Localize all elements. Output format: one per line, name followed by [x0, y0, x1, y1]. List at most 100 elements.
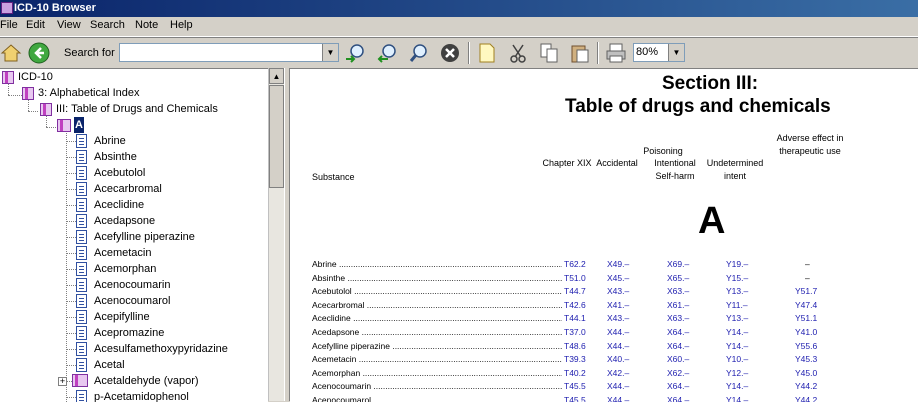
- cell-self[interactable]: X61.–: [667, 299, 689, 312]
- window-title: ICD-10 Browser: [14, 2, 96, 14]
- cell-acc[interactable]: X44.–: [607, 326, 629, 339]
- search-dropdown-button[interactable]: ▼: [322, 44, 338, 61]
- cell-adv[interactable]: Y51.1: [795, 312, 817, 325]
- menu-note[interactable]: Note: [135, 19, 158, 31]
- search-next-icon[interactable]: [344, 42, 366, 64]
- cell-self[interactable]: X64.–: [667, 340, 689, 353]
- dot-leader: Acedapsone .............................…: [312, 326, 562, 339]
- cell-und[interactable]: Y14.–: [726, 380, 748, 393]
- cell-chapter[interactable]: T45.5: [564, 380, 586, 393]
- search-input[interactable]: [120, 44, 326, 61]
- substance-name: Acemetacin: [312, 354, 357, 365]
- search-icon[interactable]: [408, 42, 430, 64]
- menu-search[interactable]: Search: [90, 19, 125, 31]
- expand-icon[interactable]: +: [58, 377, 67, 386]
- cell-acc[interactable]: X43.–: [607, 312, 629, 325]
- cell-chapter[interactable]: T37.0: [564, 326, 586, 339]
- tree-connector: [66, 397, 76, 398]
- cell-und[interactable]: Y13.–: [726, 312, 748, 325]
- index-tree[interactable]: ICD-10 3: Alphabetical Index III: Table …: [0, 68, 268, 402]
- document-icon: [76, 358, 87, 372]
- tree-connector: [66, 285, 76, 286]
- cell-acc[interactable]: X44.–: [607, 340, 629, 353]
- cell-und[interactable]: Y13.–: [726, 285, 748, 298]
- search-previous-icon[interactable]: [376, 42, 398, 64]
- dot-leader: Acemetacin .............................…: [312, 353, 562, 366]
- menu-view[interactable]: View: [57, 19, 81, 31]
- cell-chapter[interactable]: T42.6: [564, 299, 586, 312]
- cell-acc[interactable]: X43.–: [607, 285, 629, 298]
- cell-adv[interactable]: Y44.2: [795, 380, 817, 393]
- cell-chapter[interactable]: T39.3: [564, 353, 586, 366]
- tree-connector: [66, 173, 76, 174]
- zoom-dropdown-button[interactable]: ▼: [668, 44, 684, 61]
- cell-acc[interactable]: X44.–: [607, 380, 629, 393]
- cell-self[interactable]: X69.–: [667, 258, 689, 271]
- cell-self[interactable]: X65.–: [667, 272, 689, 285]
- cell-adv[interactable]: –: [805, 258, 810, 271]
- dot-leader: Acecarbromal ...........................…: [312, 299, 562, 312]
- new-note-icon[interactable]: [476, 42, 498, 64]
- cell-und[interactable]: Y10.–: [726, 353, 748, 366]
- cell-und[interactable]: Y11.–: [726, 299, 748, 312]
- cut-icon[interactable]: [507, 42, 529, 64]
- cell-adv[interactable]: Y51.7: [795, 285, 817, 298]
- cell-chapter[interactable]: T62.2: [564, 258, 586, 271]
- clear-search-icon[interactable]: [439, 42, 461, 64]
- cell-self[interactable]: X64.–: [667, 380, 689, 393]
- cell-chapter[interactable]: T44.7: [564, 285, 586, 298]
- home-icon[interactable]: [0, 42, 22, 64]
- cell-und[interactable]: Y14.–: [726, 340, 748, 353]
- cell-self[interactable]: X62.–: [667, 367, 689, 380]
- substance-name: Acecarbromal: [312, 299, 365, 310]
- print-icon[interactable]: [605, 42, 627, 64]
- leader-dots: ........................................…: [366, 299, 562, 310]
- cell-und[interactable]: Y19.–: [726, 258, 748, 271]
- cell-acc[interactable]: X40.–: [607, 353, 629, 366]
- tree-node-label: III: Table of Drugs and Chemicals: [56, 103, 218, 115]
- cell-adv[interactable]: –: [805, 272, 810, 285]
- cell-und[interactable]: Y14.–: [726, 326, 748, 339]
- document-icon: [76, 198, 87, 212]
- cell-self[interactable]: X64.–: [667, 326, 689, 339]
- cell-chapter[interactable]: T51.0: [564, 272, 586, 285]
- cell-adv[interactable]: Y55.6: [795, 340, 817, 353]
- menu-edit[interactable]: Edit: [26, 19, 45, 31]
- cell-self[interactable]: X60.–: [667, 353, 689, 366]
- cell-acc[interactable]: X49.–: [607, 258, 629, 271]
- tree-node-label: ICD-10: [18, 71, 53, 83]
- book-icon: [2, 71, 14, 84]
- tree-connector: [66, 141, 76, 142]
- menu-help[interactable]: Help: [170, 19, 193, 31]
- paste-icon[interactable]: [569, 42, 591, 64]
- dot-leader: Aceclidine .............................…: [312, 312, 562, 325]
- zoom-select[interactable]: 80% ▼: [633, 43, 685, 62]
- search-combo[interactable]: ▼: [119, 43, 339, 62]
- copy-icon[interactable]: [538, 42, 560, 64]
- cell-adv[interactable]: Y47.4: [795, 299, 817, 312]
- cell-acc[interactable]: X42.–: [607, 367, 629, 380]
- tree-scrollbar[interactable]: ▲: [268, 68, 284, 401]
- cell-self[interactable]: X63.–: [667, 285, 689, 298]
- document-icon: [76, 134, 87, 148]
- cell-adv[interactable]: Y41.0: [795, 326, 817, 339]
- cell-acc[interactable]: X45.–: [607, 272, 629, 285]
- back-icon[interactable]: [28, 42, 50, 64]
- book-icon: [22, 87, 34, 100]
- cell-adv[interactable]: Y45.0: [795, 367, 817, 380]
- substance-name: Acefylline piperazine: [312, 340, 390, 351]
- scroll-thumb[interactable]: [269, 85, 284, 188]
- cell-chapter[interactable]: T44.1: [564, 312, 586, 325]
- cell-adv[interactable]: Y45.3: [795, 353, 817, 366]
- cell-self[interactable]: X63.–: [667, 312, 689, 325]
- cell-und[interactable]: Y12.–: [726, 367, 748, 380]
- scroll-up-button[interactable]: ▲: [269, 68, 284, 84]
- header-accidental: Accidental: [596, 158, 638, 168]
- tree-item-label: Acedapsone: [94, 215, 156, 227]
- cell-acc[interactable]: X41.–: [607, 299, 629, 312]
- cell-chapter[interactable]: T48.6: [564, 340, 586, 353]
- menu-file[interactable]: File: [0, 19, 18, 31]
- cell-chapter[interactable]: T40.2: [564, 367, 586, 380]
- substance-name: Acebutolol: [312, 286, 352, 297]
- cell-und[interactable]: Y15.–: [726, 272, 748, 285]
